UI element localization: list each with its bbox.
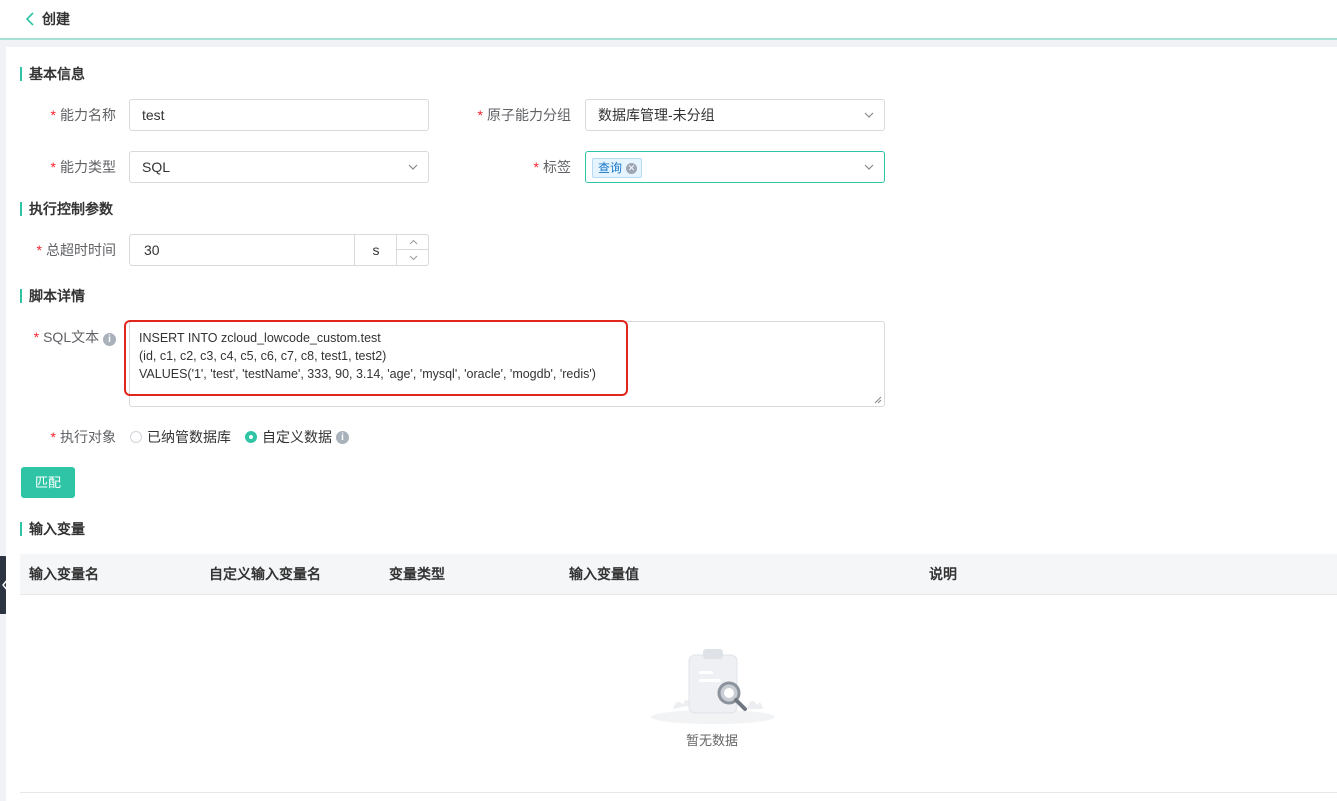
chevron-down-icon — [408, 164, 418, 170]
section-title-input-vars: 输入变量 — [20, 521, 85, 537]
empty-state-text: 暂无数据 — [686, 733, 739, 748]
type-select[interactable]: SQL — [129, 151, 429, 183]
increment-button[interactable] — [397, 235, 429, 250]
name-label: * 能力名称 — [50, 107, 116, 123]
chevron-left-icon — [25, 12, 34, 26]
tag-select[interactable]: 查询 ✕ — [585, 151, 885, 183]
timeout-number-input: 30 s — [129, 234, 429, 266]
group-label: * 原子能力分组 — [477, 107, 571, 123]
radio-label: 已纳管数据库 — [147, 429, 231, 445]
group-select[interactable]: 数据库管理-未分组 — [585, 99, 885, 131]
target-label: * 执行对象 — [50, 429, 116, 445]
tag-chip: 查询 ✕ — [592, 158, 643, 178]
tag-label: * 标签 — [533, 159, 571, 175]
timeout-stepper — [396, 235, 429, 265]
column-header: 自定义输入变量名 — [209, 566, 321, 582]
column-header: 输入变量名 — [29, 566, 99, 582]
section-title-exec-params: 执行控制参数 — [20, 201, 113, 217]
column-header: 说明 — [929, 566, 957, 582]
table-header: 输入变量名 自定义输入变量名 变量类型 输入变量值 说明 — [20, 554, 1337, 595]
close-icon[interactable]: ✕ — [626, 162, 638, 174]
chevron-down-icon — [409, 255, 417, 260]
radio-dot-selected — [245, 431, 257, 443]
group-select-value: 数据库管理-未分组 — [598, 107, 715, 123]
chevron-up-icon — [409, 239, 417, 245]
back-button[interactable]: 创建 — [24, 9, 70, 29]
sql-label: * SQL文本 i — [26, 327, 116, 347]
chevron-down-icon — [864, 112, 874, 118]
match-button[interactable]: 匹配 — [21, 467, 75, 498]
annotation-highlight-box — [124, 320, 628, 396]
info-icon[interactable]: i — [103, 333, 116, 346]
empty-clipboard-icon — [651, 649, 775, 724]
timeout-value[interactable]: 30 — [144, 235, 160, 265]
chevron-down-icon — [864, 164, 874, 170]
tag-chip-label: 查询 — [598, 161, 623, 175]
resize-handle-icon[interactable] — [874, 396, 882, 404]
radio-custom-data[interactable]: 自定义数据 i — [245, 427, 349, 447]
radio-managed-db[interactable]: 已纳管数据库 — [130, 427, 231, 447]
column-header: 输入变量值 — [569, 566, 639, 582]
form-panel: 基本信息 * 能力名称 test * 原子能力分组 数据库管理-未分组 * 能力类型 … — [6, 47, 1337, 801]
type-label: * 能力类型 — [50, 159, 116, 175]
decrement-button[interactable] — [397, 250, 429, 265]
timeout-unit: s — [354, 235, 397, 265]
radio-label: 自定义数据 — [262, 429, 332, 445]
back-label: 创建 — [42, 11, 70, 27]
info-icon[interactable]: i — [336, 430, 349, 444]
top-bar: 创建 — [0, 0, 1337, 40]
table-bottom-divider — [20, 792, 1337, 793]
column-header: 变量类型 — [389, 566, 445, 582]
type-select-value: SQL — [142, 159, 171, 175]
timeout-label: * 总超时时间 — [36, 242, 116, 258]
name-input[interactable]: test — [129, 99, 429, 131]
section-title-basic: 基本信息 — [20, 66, 85, 82]
radio-dot — [130, 431, 142, 443]
section-title-script: 脚本详情 — [20, 288, 85, 304]
